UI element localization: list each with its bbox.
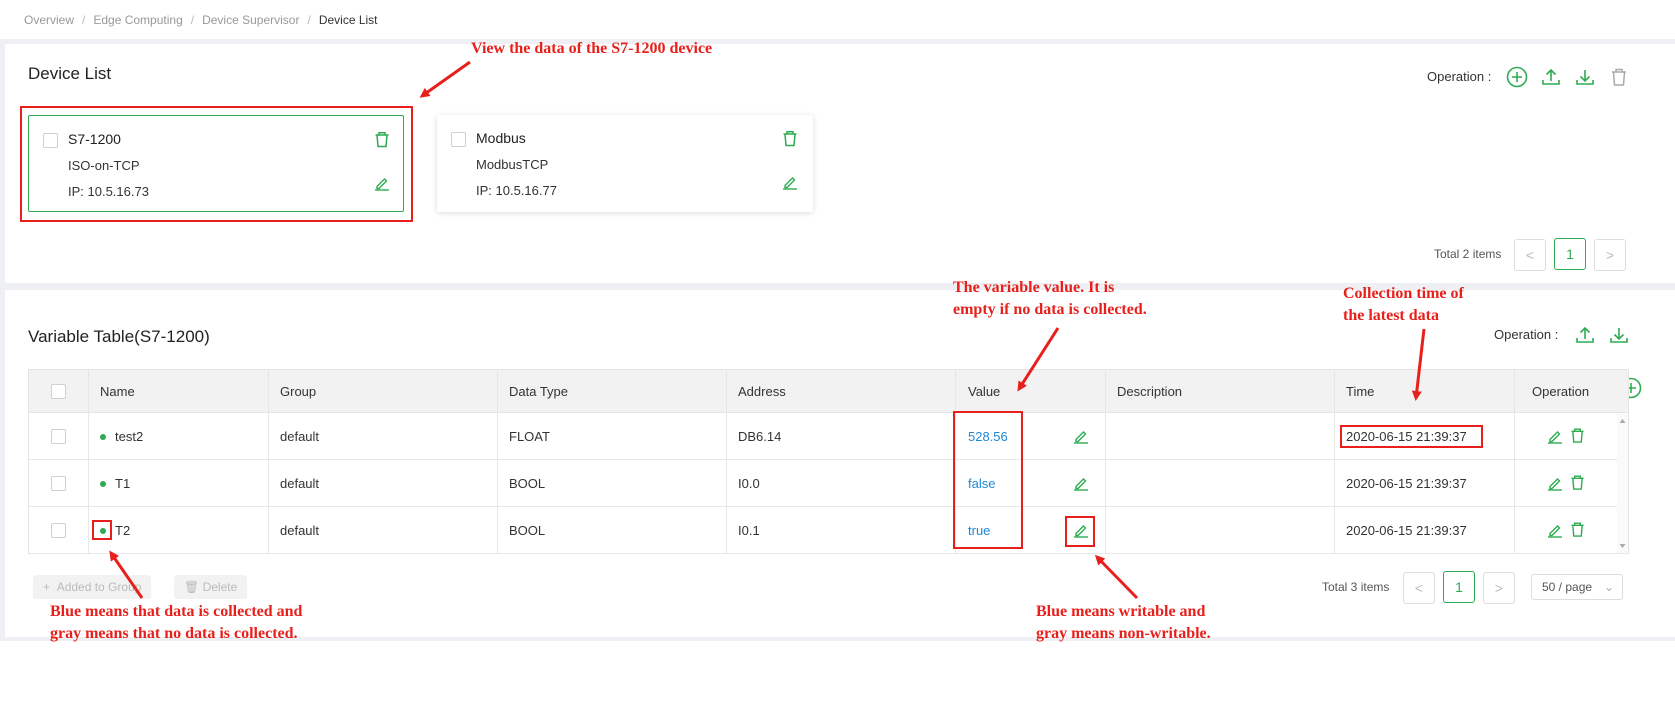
upload-icon[interactable] xyxy=(1541,67,1561,87)
page-1-button[interactable]: 1 xyxy=(1443,571,1475,603)
column-header-group[interactable]: Group xyxy=(280,384,316,399)
add-to-group-button[interactable]: + Added to Group xyxy=(33,575,152,599)
annotation-box-edit xyxy=(1065,516,1095,547)
delete-label: Delete xyxy=(202,580,238,594)
device-list-title: Device List xyxy=(28,64,112,83)
next-page-button[interactable]: > xyxy=(1483,572,1515,604)
trash-icon[interactable] xyxy=(1570,474,1585,491)
top-bar: Overview / Edge Computing / Device Supervi… xyxy=(0,0,1675,44)
variable-address: I0.1 xyxy=(738,523,760,538)
device-checkbox[interactable] xyxy=(451,132,466,147)
breadcrumb-device-list: Device List xyxy=(318,13,378,27)
row-checkbox[interactable] xyxy=(51,476,66,491)
variable-address: DB6.14 xyxy=(738,429,782,444)
trash-icon[interactable] xyxy=(1610,67,1628,87)
edit-icon[interactable] xyxy=(1547,428,1563,444)
variable-group: default xyxy=(280,523,320,538)
variable-table: Name Group Data Type Address Value Descr… xyxy=(28,369,1629,554)
edit-icon[interactable] xyxy=(1547,522,1563,538)
annotation-box-value xyxy=(953,411,1023,549)
edit-icon[interactable] xyxy=(1547,475,1563,491)
chevron-down-icon: ⌄ xyxy=(1603,580,1614,594)
column-header-address[interactable]: Address xyxy=(738,384,786,399)
variable-group: default xyxy=(280,429,320,444)
annotation-box-device xyxy=(20,106,413,222)
annotation-dot-line1: Blue means that data is collected and xyxy=(50,603,303,620)
variable-table-title: Variable Table(S7-1200) xyxy=(28,327,210,346)
device-protocol: ModbusTCP xyxy=(476,157,549,172)
annotation-write-line2: gray means non-writable. xyxy=(1036,625,1211,642)
trash-icon[interactable] xyxy=(1570,521,1585,538)
column-header-value[interactable]: Value xyxy=(968,384,1000,399)
device-card-modbus[interactable]: Modbus ModbusTCP IP: 10.5.16.77 xyxy=(437,115,813,212)
variable-name: test2 xyxy=(115,429,144,444)
plus-icon: + xyxy=(43,580,51,594)
breadcrumb: Overview / Edge Computing / Device Supervi… xyxy=(24,13,378,27)
download-icon[interactable] xyxy=(1609,325,1629,345)
breadcrumb-separator: / xyxy=(307,13,311,27)
page-size-select[interactable]: 50 / page ⌄ xyxy=(1531,574,1623,600)
annotation-device: View the data of the S7-1200 device xyxy=(471,40,713,57)
variable-data-type: BOOL xyxy=(509,523,546,538)
annotation-write-line1: Blue means writable and xyxy=(1036,603,1206,620)
device-operation-label: Operation : xyxy=(1427,69,1492,84)
write-value-edit-icon[interactable] xyxy=(1073,428,1089,444)
column-header-name[interactable]: Name xyxy=(100,384,135,399)
add-device-icon[interactable] xyxy=(1506,66,1528,88)
trash-icon: 🗑︎ xyxy=(184,580,200,594)
annotation-time-line1: Collection time of xyxy=(1343,285,1464,302)
variable-pagination-total: Total 3 items xyxy=(1322,580,1390,594)
table-row[interactable]: T1 default BOOL I0.0 false 2020-06-15 21… xyxy=(29,460,1628,507)
variable-data-type: FLOAT xyxy=(509,429,550,444)
variable-data-type: BOOL xyxy=(509,476,546,491)
variable-name: T2 xyxy=(115,523,131,538)
breadcrumb-separator: / xyxy=(190,13,195,27)
download-icon[interactable] xyxy=(1575,67,1595,87)
prev-page-button[interactable]: < xyxy=(1514,239,1546,271)
device-name: Modbus xyxy=(476,130,526,146)
variable-operation-label: Operation : xyxy=(1494,327,1559,342)
row-checkbox[interactable] xyxy=(51,429,66,444)
prev-page-button[interactable]: < xyxy=(1403,572,1435,604)
breadcrumb-separator: / xyxy=(82,13,86,27)
row-checkbox[interactable] xyxy=(51,523,66,538)
annotation-time-line2: the latest data xyxy=(1343,307,1439,324)
collection-status-dot xyxy=(100,481,106,487)
annotation-dot-line2: gray means that no data is collected. xyxy=(50,625,298,642)
page-1-button[interactable]: 1 xyxy=(1554,238,1586,270)
column-header-data-type[interactable]: Data Type xyxy=(509,384,568,399)
annotation-value-line1: The variable value. It is xyxy=(953,279,1115,296)
breadcrumb-overview[interactable]: Overview xyxy=(24,13,74,27)
add-to-group-label: Added to Group xyxy=(56,580,142,594)
column-header-description[interactable]: Description xyxy=(1117,384,1182,399)
column-header-time[interactable]: Time xyxy=(1346,384,1374,399)
device-ip: IP: 10.5.16.77 xyxy=(476,183,557,198)
next-page-button[interactable]: > xyxy=(1594,239,1626,271)
device-pagination-total: Total 2 items xyxy=(1434,247,1502,261)
annotation-box-dot xyxy=(92,520,112,540)
table-row[interactable]: T2 default BOOL I0.1 true 2020-06-15 21:… xyxy=(29,507,1628,554)
breadcrumb-edge-computing[interactable]: Edge Computing xyxy=(93,13,182,27)
write-value-edit-icon[interactable] xyxy=(1073,475,1089,491)
breadcrumb-device-supervisor[interactable]: Device Supervisor xyxy=(202,13,299,27)
edit-icon[interactable] xyxy=(782,174,798,190)
variable-time: 2020-06-15 21:39:37 xyxy=(1346,523,1467,538)
upload-icon[interactable] xyxy=(1575,325,1595,345)
collection-status-dot xyxy=(100,434,106,440)
table-scrollbar[interactable] xyxy=(1617,414,1628,553)
trash-icon[interactable] xyxy=(782,130,798,147)
trash-icon[interactable] xyxy=(1570,427,1585,444)
select-all-checkbox[interactable] xyxy=(51,384,66,399)
variable-name: T1 xyxy=(115,476,131,491)
annotation-value-line2: empty if no data is collected. xyxy=(953,301,1147,318)
variable-address: I0.0 xyxy=(738,476,760,491)
variable-time: 2020-06-15 21:39:37 xyxy=(1346,476,1467,491)
annotation-box-time xyxy=(1340,425,1483,448)
variable-group: default xyxy=(280,476,320,491)
page-size-value: 50 / page xyxy=(1542,580,1593,594)
column-header-operation: Operation xyxy=(1532,384,1590,399)
delete-button[interactable]: 🗑︎ Delete xyxy=(174,575,248,599)
